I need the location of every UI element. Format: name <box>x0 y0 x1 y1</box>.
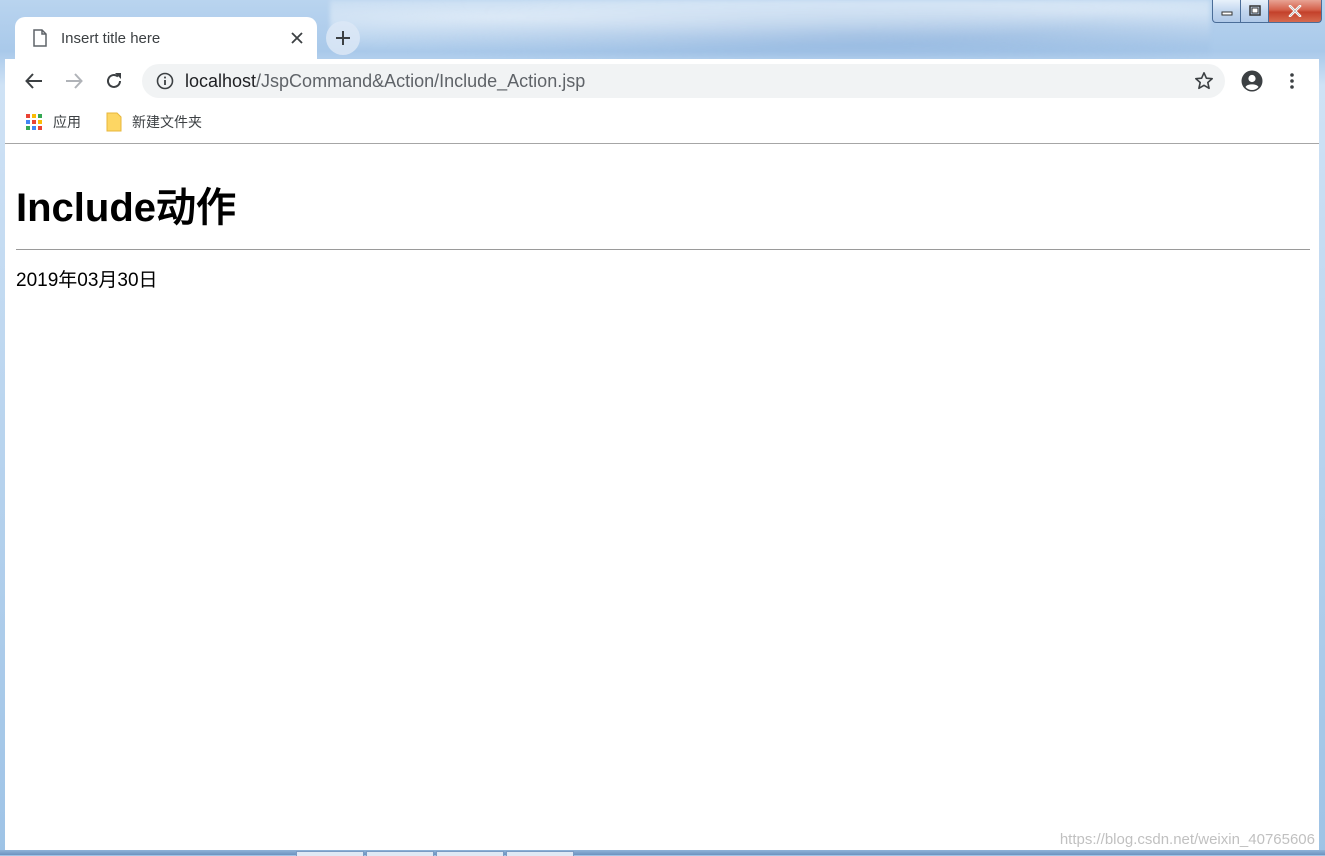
account-icon <box>1241 70 1263 92</box>
minimize-icon <box>1221 11 1232 16</box>
arrow-right-icon <box>66 73 83 89</box>
page-heading: Include动作 <box>16 186 237 230</box>
url-text[interactable]: localhost/JspCommand&Action/Include_Acti… <box>185 71 1189 92</box>
restore-icon <box>1248 5 1261 16</box>
apps-grid-icon <box>26 114 42 130</box>
taskbar-item[interactable] <box>506 851 574 856</box>
taskbar-item[interactable] <box>296 851 364 856</box>
more-vertical-icon <box>1290 73 1294 89</box>
star-icon <box>1195 72 1213 90</box>
window-bottom-edge <box>0 850 1325 855</box>
tab-close-button[interactable] <box>283 24 311 52</box>
profile-button[interactable] <box>1236 65 1268 97</box>
watermark-text: https://blog.csdn.net/weixin_40765606 <box>1059 831 1315 848</box>
address-bar[interactable]: localhost/JspCommand&Action/Include_Acti… <box>142 64 1225 98</box>
page-viewport: Include动作 2019年03月30日 https://blog.csdn.… <box>5 144 1319 850</box>
bookmark-apps[interactable]: 应用 <box>25 112 81 132</box>
window-controls <box>1212 0 1322 23</box>
date-text: 2019年03月30日 <box>16 270 158 291</box>
reload-icon <box>107 73 121 88</box>
bookmarks-bar: 应用 新建文件夹 <box>5 103 1319 144</box>
minimize-button[interactable] <box>1212 0 1241 23</box>
forward-button[interactable] <box>58 65 90 97</box>
folder-icon <box>106 112 122 132</box>
page-icon <box>33 29 47 47</box>
close-icon <box>291 32 303 44</box>
plus-icon <box>336 31 350 45</box>
close-window-button[interactable] <box>1269 0 1322 23</box>
browser-tab[interactable]: Insert title here <box>15 17 317 59</box>
close-icon <box>1288 5 1302 17</box>
url-host: localhost <box>185 70 257 91</box>
maximize-button[interactable] <box>1241 0 1269 23</box>
taskbar-item[interactable] <box>436 851 504 856</box>
back-button[interactable] <box>18 65 50 97</box>
browser-toolbar: localhost/JspCommand&Action/Include_Acti… <box>5 59 1319 103</box>
bookmark-folder[interactable]: 新建文件夹 <box>106 112 202 132</box>
arrow-left-icon <box>25 73 42 89</box>
bookmark-folder-label: 新建文件夹 <box>132 114 202 130</box>
menu-button[interactable] <box>1276 65 1308 97</box>
bookmark-star-button[interactable] <box>1189 66 1219 96</box>
reload-button[interactable] <box>98 65 130 97</box>
aero-glass-background <box>330 0 1210 58</box>
url-path: /JspCommand&Action/Include_Action.jsp <box>256 70 586 91</box>
new-tab-button[interactable] <box>326 21 360 55</box>
site-info-icon[interactable] <box>156 72 174 90</box>
tab-title: Insert title here <box>61 29 161 47</box>
horizontal-rule <box>16 249 1310 250</box>
taskbar-item[interactable] <box>366 851 434 856</box>
bookmark-apps-label: 应用 <box>53 114 81 130</box>
